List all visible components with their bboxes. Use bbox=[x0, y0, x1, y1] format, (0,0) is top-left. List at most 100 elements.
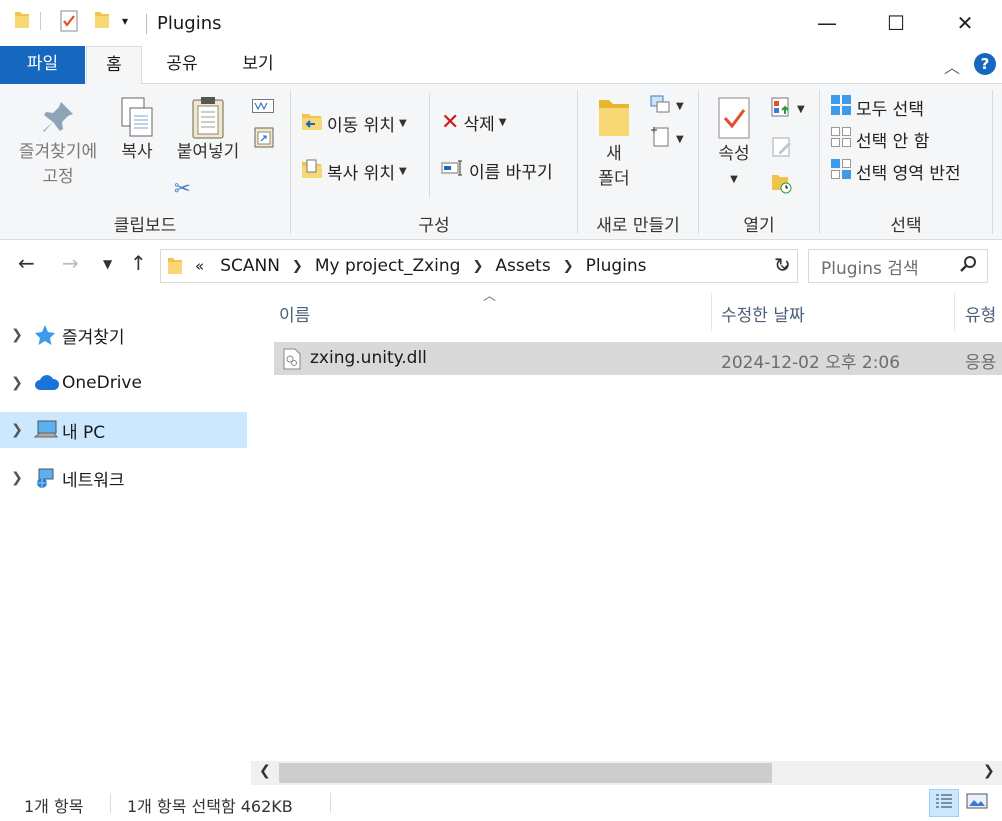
new-folder-quick-icon[interactable] bbox=[94, 10, 110, 35]
paste-label: 붙여넣기 bbox=[176, 142, 240, 162]
scroll-left-icon[interactable]: ❮ bbox=[259, 763, 271, 779]
rename-label: 이름 바꾸기 bbox=[469, 163, 553, 183]
column-divider[interactable] bbox=[711, 293, 712, 331]
breadcrumb-chevron-icon[interactable]: ❯ bbox=[292, 259, 303, 274]
scroll-right-icon[interactable]: ❯ bbox=[983, 763, 995, 779]
organize-inner-separator bbox=[429, 94, 430, 198]
paste-button[interactable]: 붙여넣기 bbox=[170, 96, 246, 165]
cut-icon[interactable]: ✂ bbox=[174, 176, 191, 200]
window-title: Plugins bbox=[157, 13, 222, 34]
chevron-down-icon: ▼ bbox=[398, 166, 407, 177]
chevron-down-icon: ▼ bbox=[730, 174, 738, 185]
invert-selection-button[interactable]: 선택 영역 반전 bbox=[830, 158, 961, 185]
chevron-right-icon[interactable]: ❯ bbox=[0, 470, 34, 486]
title-bar: ▾ Plugins — ☐ ✕ bbox=[0, 0, 1002, 46]
status-separator bbox=[330, 793, 331, 813]
breadcrumb-item[interactable]: My project_Zxing bbox=[315, 256, 461, 276]
large-icons-view-button[interactable] bbox=[962, 789, 992, 817]
navigation-pane: ❯ 즐겨찾기 ❯ OneDrive ❯ 내 PC ❯ 네트워크 bbox=[0, 291, 248, 761]
column-header-modified[interactable]: 수정한 날짜 bbox=[721, 301, 805, 326]
nav-item-onedrive[interactable]: ❯ OneDrive bbox=[0, 365, 247, 401]
nav-item-quick-access[interactable]: ❯ 즐겨찾기 bbox=[0, 317, 247, 353]
sort-ascending-icon: ︿ bbox=[483, 289, 497, 304]
breadcrumb-overflow[interactable]: « bbox=[195, 257, 204, 275]
minimize-button[interactable]: — bbox=[792, 0, 862, 46]
select-all-button[interactable]: 모두 선택 bbox=[830, 94, 924, 121]
copy-label: 복사 bbox=[121, 142, 153, 162]
clipboard-group-label: 클립보드 bbox=[113, 216, 177, 236]
invert-selection-icon bbox=[830, 158, 852, 185]
copy-to-button[interactable]: 복사 위치 ▼ bbox=[301, 158, 407, 185]
address-bar[interactable]: « SCANN ❯ My project_Zxing ❯ Assets ❯ Pl… bbox=[160, 249, 798, 283]
easy-access-button[interactable]: ▼ bbox=[650, 126, 684, 153]
open-button[interactable]: ▼ bbox=[771, 96, 805, 123]
chevron-right-icon[interactable]: ❯ bbox=[0, 327, 34, 343]
recent-locations-chevron-icon[interactable]: ▼ bbox=[103, 257, 112, 271]
breadcrumb-item[interactable]: Assets bbox=[495, 256, 550, 276]
pin-to-quick-access-button[interactable]: 즐겨찾기에 고정 bbox=[8, 100, 108, 190]
help-icon[interactable]: ? bbox=[974, 53, 996, 75]
search-input[interactable]: Plugins 검색 bbox=[808, 249, 988, 283]
column-divider[interactable] bbox=[954, 293, 955, 331]
edit-button[interactable] bbox=[771, 136, 793, 163]
collapse-ribbon-icon[interactable]: ︿ bbox=[944, 54, 960, 78]
breadcrumb-item[interactable]: Plugins bbox=[586, 256, 647, 276]
rename-button[interactable]: 이름 바꾸기 bbox=[441, 158, 553, 183]
paste-shortcut-icon[interactable] bbox=[254, 126, 274, 153]
selection-info: 1개 항목 선택함 462KB bbox=[127, 797, 293, 816]
tab-home[interactable]: 홈 bbox=[86, 46, 142, 85]
up-arrow-icon[interactable]: ↑ bbox=[130, 251, 147, 275]
file-modified: 2024-12-02 오후 2:06 bbox=[721, 353, 901, 373]
maximize-icon: ☐ bbox=[887, 11, 905, 35]
column-header-type[interactable]: 유형 bbox=[965, 301, 996, 326]
edit-icon bbox=[771, 136, 793, 163]
new-group: 새 폴더 ▼ ▼ 새로 만들기 bbox=[578, 84, 698, 240]
select-all-label: 모두 선택 bbox=[856, 100, 924, 120]
new-folder-label-2: 폴더 bbox=[598, 169, 630, 189]
details-view-icon bbox=[934, 792, 954, 815]
close-button[interactable]: ✕ bbox=[930, 0, 1000, 46]
network-icon bbox=[34, 466, 62, 490]
refresh-icon[interactable]: ↻ bbox=[774, 253, 791, 277]
nav-item-this-pc[interactable]: ❯ 내 PC bbox=[0, 412, 247, 448]
qa-separator bbox=[40, 12, 41, 30]
chevron-right-icon[interactable]: ❯ bbox=[0, 422, 34, 438]
delete-icon: ✕ bbox=[441, 110, 460, 135]
details-view-button[interactable] bbox=[929, 789, 959, 817]
table-row[interactable]: zxing.unity.dll 2024-12-02 오후 2:06 응용 bbox=[274, 342, 1002, 375]
chevron-down-icon: ▼ bbox=[498, 117, 507, 128]
copy-path-icon[interactable] bbox=[252, 98, 274, 118]
column-header-name[interactable]: 이름 bbox=[279, 301, 310, 326]
move-to-label: 이동 위치 bbox=[327, 116, 395, 136]
history-button[interactable] bbox=[771, 172, 793, 199]
tab-share[interactable]: 공유 bbox=[150, 46, 214, 84]
breadcrumb-chevron-icon[interactable]: ❯ bbox=[563, 259, 574, 274]
new-folder-button[interactable]: 새 폴더 bbox=[590, 96, 638, 192]
horizontal-scrollbar[interactable]: ❮ ❯ bbox=[251, 761, 1002, 785]
delete-button[interactable]: ✕ 삭제 ▼ bbox=[441, 110, 506, 135]
maximize-button[interactable]: ☐ bbox=[861, 0, 931, 46]
tab-file[interactable]: 파일 bbox=[0, 46, 85, 84]
rename-icon bbox=[441, 159, 465, 182]
nav-item-network[interactable]: ❯ 네트워크 bbox=[0, 460, 247, 496]
breadcrumb-item[interactable]: SCANN bbox=[220, 256, 280, 276]
nav-item-label: OneDrive bbox=[62, 373, 142, 393]
forward-arrow-icon[interactable]: → bbox=[62, 251, 79, 275]
open-group: 속성 ▼ ▼ 열기 bbox=[699, 84, 819, 240]
copy-button[interactable]: 복사 bbox=[110, 96, 164, 165]
ribbon-separator bbox=[992, 90, 993, 234]
chevron-right-icon[interactable]: ❯ bbox=[0, 375, 34, 391]
tab-view[interactable]: 보기 bbox=[226, 46, 290, 84]
new-item-button[interactable]: ▼ bbox=[650, 94, 684, 119]
properties-button[interactable]: 속성 ▼ bbox=[709, 96, 759, 192]
scrollbar-thumb[interactable] bbox=[279, 763, 772, 783]
back-arrow-icon[interactable]: ← bbox=[18, 251, 35, 275]
file-name: zxing.unity.dll bbox=[310, 348, 427, 368]
select-none-button[interactable]: 선택 안 함 bbox=[830, 126, 929, 153]
chevron-down-icon: ▼ bbox=[797, 104, 805, 115]
delete-label: 삭제 bbox=[463, 115, 495, 135]
breadcrumb-chevron-icon[interactable]: ❯ bbox=[472, 259, 483, 274]
move-to-button[interactable]: 이동 위치 ▼ bbox=[301, 110, 407, 137]
customize-quick-access-icon[interactable]: ▾ bbox=[122, 14, 128, 28]
properties-quick-icon[interactable] bbox=[60, 10, 78, 37]
